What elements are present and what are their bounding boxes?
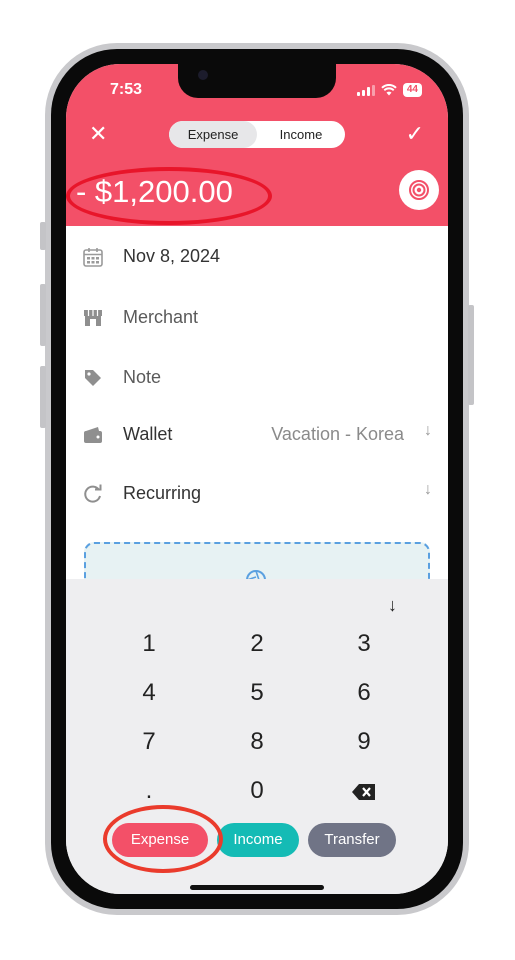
segment-income[interactable]: Income [257, 121, 345, 148]
key-4[interactable]: 4 [119, 678, 179, 708]
wallet-row[interactable]: Wallet Vacation - Korea ↓ [66, 414, 448, 454]
status-icons: 44 [356, 83, 422, 97]
arrow-down-icon: ↓ [424, 481, 432, 498]
phone-action-button [40, 222, 46, 250]
key-8[interactable]: 8 [227, 727, 287, 757]
backspace-key[interactable] [334, 776, 394, 806]
wallet-label: Wallet [123, 424, 173, 444]
transfer-type-button[interactable]: Transfer [308, 823, 396, 857]
note-field[interactable]: Note [123, 367, 161, 388]
battery-indicator: 44 [402, 83, 422, 97]
budget-target-button[interactable] [399, 170, 439, 210]
date-value: Nov 8, 2024 [123, 246, 221, 266]
wallet-value: Vacation - Korea [271, 424, 404, 444]
type-segmented-control: Expense Income [169, 121, 345, 148]
key-9[interactable]: 9 [334, 727, 394, 757]
app-screen: 7:53 44 ✕ Expense Income ✓ - $1,200.00 N… [66, 64, 448, 894]
calendar-icon [83, 248, 103, 267]
key-3[interactable]: 3 [334, 629, 394, 659]
cellular-signal-icon [356, 84, 375, 96]
wifi-icon [381, 84, 397, 96]
wallet-icon [84, 427, 102, 443]
target-icon [409, 180, 429, 200]
income-type-button[interactable]: Income [217, 823, 299, 857]
recurring-label: Recurring [123, 483, 202, 503]
status-time: 7:53 [110, 81, 143, 98]
note-row[interactable]: Note [66, 357, 448, 397]
tag-icon [85, 370, 101, 386]
segment-expense[interactable]: Expense [169, 121, 257, 148]
amount-annotation-circle [66, 167, 272, 225]
refresh-icon [84, 484, 102, 503]
key-2[interactable]: 2 [227, 629, 287, 659]
key-6[interactable]: 6 [334, 678, 394, 708]
storefront-icon [84, 310, 102, 326]
date-row[interactable]: Nov 8, 2024 [66, 236, 448, 276]
recurring-row[interactable]: Recurring ↓ [66, 473, 448, 513]
front-camera [198, 70, 208, 80]
home-indicator [190, 885, 324, 890]
close-icon[interactable]: ✕ [89, 122, 107, 146]
numeric-keypad: ↓ 1 2 3 4 5 6 7 8 9 . 0 Expense Income T… [66, 579, 448, 894]
backspace-icon [352, 783, 375, 800]
key-decimal[interactable]: . [119, 776, 179, 806]
dynamic-island [178, 64, 336, 98]
transaction-header: 7:53 44 ✕ Expense Income ✓ - $1,200.00 [66, 64, 448, 226]
arrow-down-icon: ↓ [424, 422, 432, 439]
expense-annotation-circle [103, 805, 223, 873]
collapse-keyboard-icon[interactable]: ↓ [388, 595, 397, 616]
key-0[interactable]: 0 [227, 776, 287, 806]
phone-power-button [468, 305, 474, 405]
phone-volume-up-button [40, 284, 46, 346]
phone-volume-down-button [40, 366, 46, 428]
merchant-field[interactable]: Merchant [123, 307, 198, 328]
key-1[interactable]: 1 [119, 629, 179, 659]
key-7[interactable]: 7 [119, 727, 179, 757]
key-5[interactable]: 5 [227, 678, 287, 708]
confirm-check-icon[interactable]: ✓ [406, 122, 424, 146]
merchant-row[interactable]: Merchant [66, 297, 448, 337]
